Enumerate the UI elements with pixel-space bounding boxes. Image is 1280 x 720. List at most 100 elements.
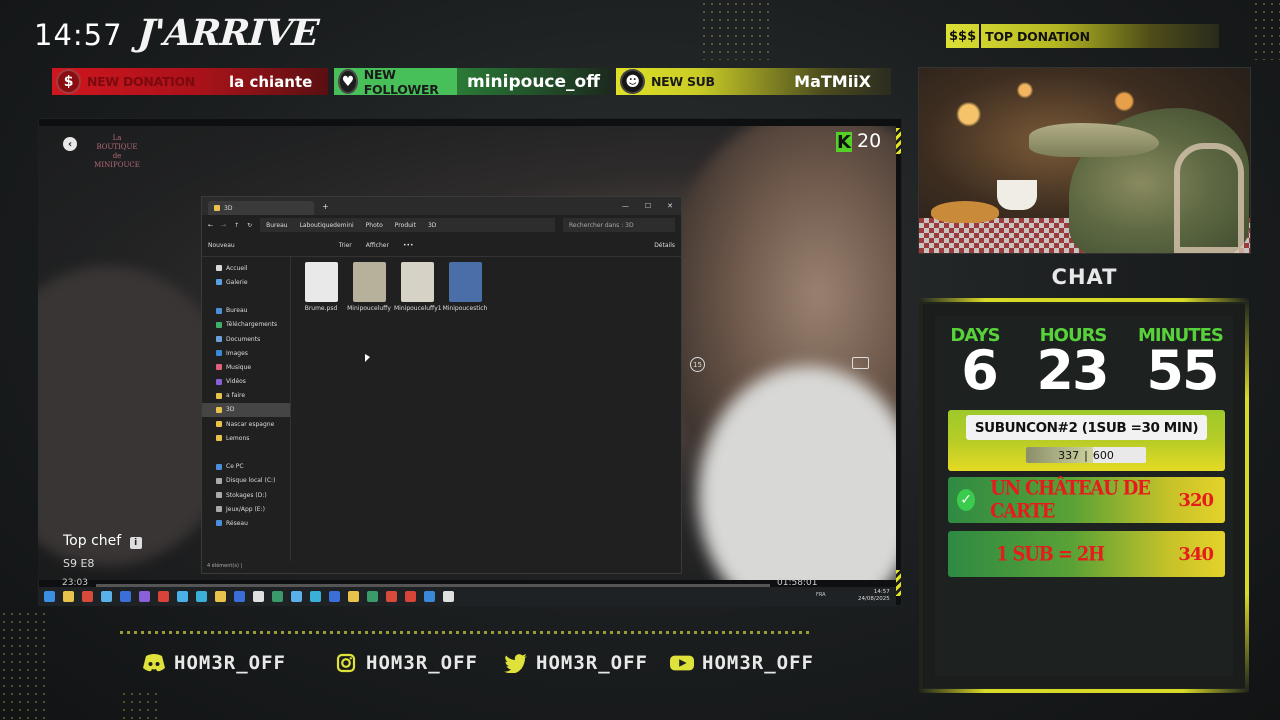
taskbar-app-icon[interactable] (44, 591, 55, 602)
nav-item[interactable]: Accueil (202, 261, 290, 275)
maximize-button[interactable]: ☐ (645, 202, 651, 210)
file-item[interactable]: Minipouceluffy1 (394, 262, 442, 312)
nav-item-label: Bureau (226, 307, 248, 315)
new-button[interactable]: Nouveau (208, 242, 235, 249)
sort-button[interactable]: Trier (339, 242, 352, 249)
file-item[interactable]: Minipoucestich (442, 262, 488, 312)
nav-item[interactable]: Bureau (202, 304, 290, 318)
social-instagram[interactable]: HOM3R_OFF (334, 652, 478, 674)
file-item[interactable]: Minipouceluffy (346, 262, 392, 312)
nav-item[interactable]: Stokages (D:) (202, 488, 290, 502)
taskbar-app-icon[interactable] (310, 591, 321, 602)
explorer-tab[interactable]: 3D (208, 201, 314, 215)
details-button[interactable]: Détails (654, 242, 675, 249)
more-button[interactable]: ••• (403, 242, 414, 249)
social-discord[interactable]: HOM3R_OFF (142, 652, 286, 674)
taskbar-app-icon[interactable] (367, 591, 378, 602)
info-icon[interactable]: i (129, 537, 142, 549)
taskbar-app-icon[interactable] (63, 591, 74, 602)
taskbar-language[interactable]: FRA (816, 592, 826, 598)
goal-value: 340 (1178, 543, 1214, 565)
folder-icon (216, 477, 222, 484)
stripe-top (896, 128, 901, 154)
folder-icon (216, 307, 222, 314)
nav-item-label: Galerie (226, 278, 248, 286)
taskbar-app-icon[interactable] (177, 591, 188, 602)
nav-item-label: Jeux/App (E:) (226, 505, 265, 513)
folder-icon (216, 492, 222, 499)
folder-icon (216, 336, 222, 343)
explorer-titlebar[interactable]: 3D + — ☐ ✕ (202, 197, 681, 215)
days-value: 6 (961, 339, 999, 402)
nav-item[interactable]: Musique (202, 360, 290, 374)
taskbar-clock[interactable]: 14:57 24/08/2025 (858, 589, 890, 603)
heart-icon: ♥ (338, 69, 358, 94)
taskbar-app-icon[interactable] (253, 591, 264, 602)
add-tab-button[interactable]: + (322, 202, 329, 211)
nav-item[interactable]: Galerie (202, 275, 290, 289)
brand-logo: J'ARRIVE (136, 12, 320, 54)
replay-15-icon[interactable]: 15 (690, 357, 705, 372)
taskbar-app-icon[interactable] (348, 591, 359, 602)
folder-icon (216, 463, 222, 470)
taskbar-app-icon[interactable] (139, 591, 150, 602)
nav-item[interactable]: 3D (202, 402, 290, 418)
nav-item[interactable]: Téléchargements (202, 318, 290, 332)
view-button[interactable]: Afficher (366, 242, 389, 249)
folder-icon (216, 321, 222, 328)
users-icon: ☻ (620, 69, 645, 94)
nav-item[interactable]: Lemons (202, 431, 290, 445)
nav-item[interactable]: Nascar espagne (202, 417, 290, 431)
nav-item-label: 3D (226, 406, 235, 414)
social-youtube[interactable]: HOM3R_OFF (670, 652, 814, 674)
breadcrumb-item[interactable]: 3D (428, 222, 436, 229)
taskbar-app-icon[interactable] (196, 591, 207, 602)
taskbar-app-icon[interactable] (405, 591, 416, 602)
close-button[interactable]: ✕ (667, 202, 673, 210)
taskbar-app-icon[interactable] (82, 591, 93, 602)
taskbar-app-icon[interactable] (120, 591, 131, 602)
file-item[interactable]: Brume.psd (298, 262, 344, 312)
decor-dots-bottom (120, 690, 160, 720)
breadcrumb-item[interactable]: Photo (366, 222, 383, 229)
breadcrumb[interactable]: Bureau Laboutiquedemini Photo Produit 3D (260, 218, 555, 232)
back-icon[interactable]: ‹ (63, 137, 77, 151)
taskbar-app-icon[interactable] (443, 591, 454, 602)
file-thumbnail (304, 262, 338, 302)
nav-item[interactable]: Documents (202, 332, 290, 346)
breadcrumb-item[interactable]: Bureau (266, 222, 287, 229)
back-arrow-icon[interactable]: ← (208, 222, 213, 229)
social-twitter[interactable]: HOM3R_OFF (504, 652, 648, 674)
panel-border-right (1245, 300, 1249, 692)
file-thumbnail (352, 262, 386, 302)
skip-icon[interactable] (852, 357, 869, 369)
nav-item-label: Stokages (D:) (226, 491, 267, 499)
alert-follower: ♥ NEW FOLLOWER minipouce_off (334, 67, 610, 97)
nav-item[interactable]: Vidéos (202, 375, 290, 389)
taskbar-app-icon[interactable] (101, 591, 112, 602)
nav-item[interactable]: Disque local (C:) (202, 474, 290, 488)
nav-item[interactable]: Réseau (202, 516, 290, 530)
refresh-icon[interactable]: ↻ (247, 222, 252, 229)
nav-item[interactable]: Images (202, 346, 290, 360)
taskbar-app-icon[interactable] (234, 591, 245, 602)
breadcrumb-item[interactable]: Laboutiquedemini (300, 222, 354, 229)
taskbar-app-icon[interactable] (158, 591, 169, 602)
file-explorer-window[interactable]: 3D + — ☐ ✕ ← → ↑ ↻ Bureau Laboutiquedemi… (201, 196, 682, 574)
taskbar-app-icon[interactable] (272, 591, 283, 602)
taskbar-app-icon[interactable] (291, 591, 302, 602)
up-arrow-icon[interactable]: ↑ (234, 222, 239, 229)
sub-goal-separator: | (1084, 448, 1088, 462)
breadcrumb-item[interactable]: Produit (395, 222, 416, 229)
nav-item[interactable]: Ce PC (202, 460, 290, 474)
nav-item[interactable]: a faire (202, 389, 290, 403)
search-input[interactable]: Rechercher dans : 3D (563, 218, 675, 232)
forward-arrow-icon[interactable]: → (221, 222, 226, 229)
nav-item[interactable]: Jeux/App (E:) (202, 502, 290, 516)
taskbar-app-icon[interactable] (386, 591, 397, 602)
minimize-button[interactable]: — (622, 202, 629, 210)
k-badge: K (836, 131, 852, 153)
taskbar-app-icon[interactable] (215, 591, 226, 602)
taskbar-app-icon[interactable] (329, 591, 340, 602)
taskbar-app-icon[interactable] (424, 591, 435, 602)
